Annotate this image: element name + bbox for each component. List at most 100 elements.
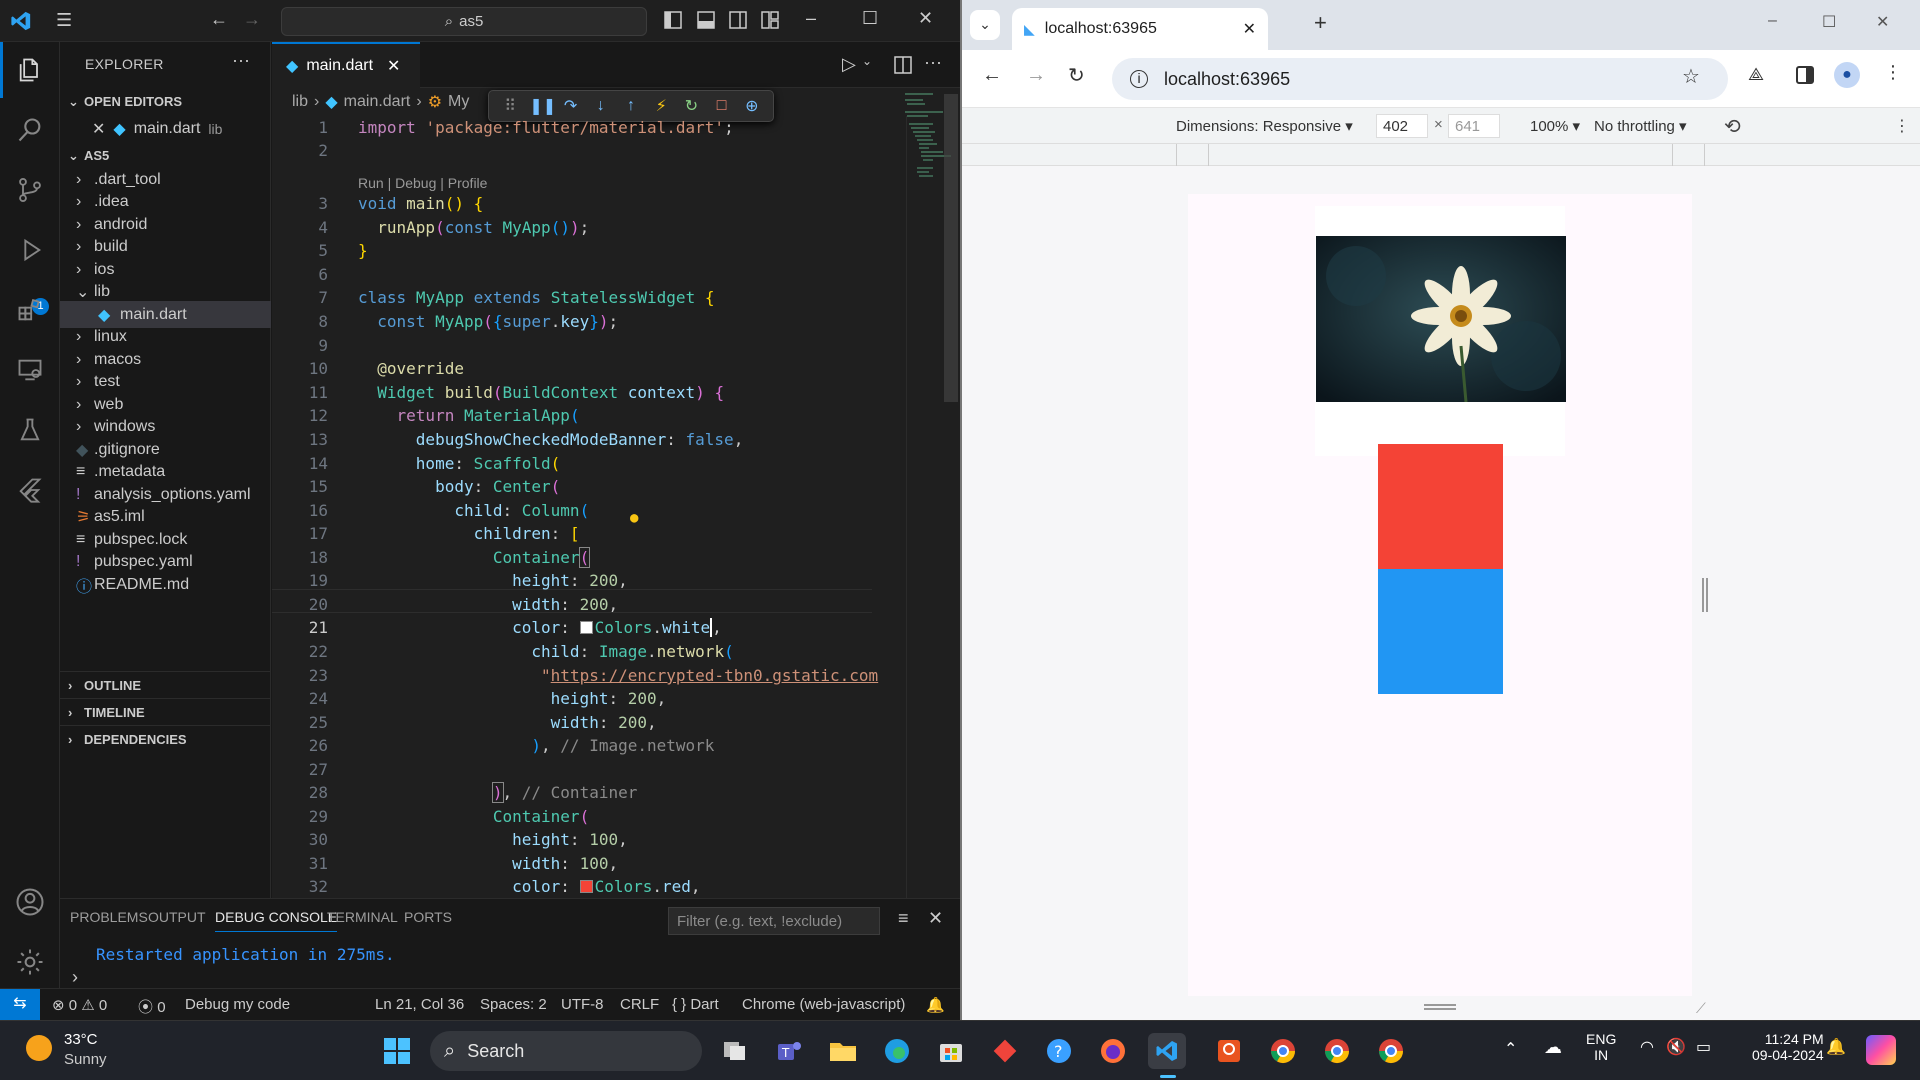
resize-handle-right[interactable] [1702,578,1708,612]
console-filter-input[interactable]: Filter (e.g. text, !exclude) [668,907,880,935]
battery-icon[interactable]: ▭ [1696,1037,1711,1057]
file-explorer-icon[interactable] [824,1033,862,1069]
firefox-icon[interactable] [1094,1033,1132,1069]
toggle-panel-icon[interactable] [697,11,715,29]
vscode-taskbar-icon[interactable] [1148,1033,1186,1069]
task-view-icon[interactable] [716,1033,754,1069]
encoding-status[interactable]: UTF-8 [561,996,604,1013]
address-bar[interactable]: i localhost:63965 [1112,58,1728,100]
forward-arrow-icon[interactable]: → [1026,64,1046,87]
minimize-icon[interactable]: – [1768,12,1777,30]
notification-bell-icon[interactable]: 🔔 [1826,1037,1846,1057]
teams-icon[interactable]: T [770,1033,808,1069]
throttling-select[interactable]: No throttling ▾ [1594,117,1687,135]
project-section[interactable]: ⌄ AS5 [60,142,271,169]
settings-gear-icon[interactable] [0,934,60,990]
onedrive-cloud-icon[interactable]: ☁ [1544,1037,1562,1058]
wifi-icon[interactable]: ◠ [1640,1037,1654,1057]
run-icon[interactable]: ▷ [842,54,856,75]
code-editor[interactable]: import 'package:flutter/material.dart'; … [272,116,960,898]
weather-temperature[interactable]: 33°C [64,1031,98,1048]
inspect-widget-icon[interactable]: ⊕ [741,96,763,116]
language-mode[interactable]: { } Dart [672,996,719,1013]
accounts-icon[interactable] [0,874,60,930]
image-url-link[interactable]: https://encrypted-tbn0.gstatic.com [551,666,879,685]
hot-reload-icon[interactable]: ⚡ [650,96,672,116]
step-out-icon[interactable]: ↑ [620,97,642,115]
clock[interactable]: 11:24 PM 09-04-2024 [1752,1031,1824,1063]
ubuntu-icon[interactable] [1210,1033,1248,1069]
open-editor-item[interactable]: ✕ ◆ main.dart lib [60,115,271,142]
chevron-down-icon[interactable]: ⌄ [862,54,872,68]
step-over-icon[interactable]: ↷ [560,96,582,116]
source-control-icon[interactable] [0,162,60,218]
problems-status[interactable]: ⊗ 0 ⚠ 0 [52,996,107,1014]
timeline-section[interactable]: › TIMELINE [60,698,271,725]
browser-tab[interactable]: ◣ localhost:63965 ✕ [1012,8,1268,50]
resize-handle-bottom[interactable] [1424,1004,1456,1010]
weather-sun-icon[interactable] [26,1035,52,1061]
remote-indicator-icon[interactable]: ⇆ [0,989,40,1020]
editor-scrollbar[interactable] [944,94,958,402]
eol-status[interactable]: CRLF [620,996,659,1013]
customize-layout-icon[interactable] [761,11,779,29]
width-input[interactable]: 402 [1376,114,1428,138]
language-indicator[interactable]: ENG IN [1586,1031,1616,1063]
stop-icon[interactable]: □ [711,97,733,115]
toggle-primary-sidebar-icon[interactable] [664,11,682,29]
resize-corner-icon[interactable]: ⟋ [1696,1000,1706,1017]
extensions-icon[interactable] [0,282,60,338]
pause-icon[interactable]: ❚❚ [529,96,556,116]
cursor-position[interactable]: Ln 21, Col 36 [375,996,464,1013]
hot-restart-icon[interactable]: ↻ [680,96,702,116]
bookmark-star-icon[interactable]: ☆ [1682,64,1700,89]
tab-terminal[interactable]: TERMINAL [327,909,398,925]
ports-status[interactable]: ⦿ 0 [138,996,166,1017]
close-tab-icon[interactable]: ✕ [387,56,400,76]
back-arrow-icon[interactable]: ← [982,64,1002,87]
site-info-icon[interactable]: i [1130,70,1148,88]
breadcrumb-folder[interactable]: lib [292,93,308,111]
toggle-secondary-sidebar-icon[interactable] [729,11,747,29]
edge-icon[interactable] [878,1033,916,1069]
device-options-icon[interactable]: ⋮ [1894,116,1910,136]
minimize-icon[interactable]: – [806,8,816,29]
tab-search-icon[interactable]: ⌄ [970,10,1000,40]
extension-icon[interactable]: ⟁ [1748,64,1764,85]
chrome-icon-1[interactable] [1264,1033,1302,1069]
explorer-icon[interactable] [0,42,60,98]
start-windows-icon[interactable] [378,1033,416,1069]
device-status[interactable]: Chrome (web-javascript) [742,996,905,1013]
split-editor-icon[interactable] [894,56,912,74]
taskbar-search[interactable]: ⌕ Search [430,1031,702,1071]
codelens-run-debug[interactable]: Run | Debug | Profile [358,175,487,191]
tab-output[interactable]: OUTPUT [148,909,206,925]
show-hidden-icons-chevron-icon[interactable]: ⌃ [1504,1039,1517,1059]
menu-icon[interactable]: ☰ [56,10,72,31]
reload-icon[interactable]: ↻ [1068,63,1085,88]
volume-muted-icon[interactable]: 🔇 [1666,1037,1686,1057]
back-arrow-icon[interactable]: ← [210,9,228,30]
rotate-icon[interactable]: ⟲ [1724,114,1741,139]
testing-icon[interactable] [0,402,60,458]
chrome-icon-3[interactable] [1372,1033,1410,1069]
color-swatch-red[interactable] [579,880,593,893]
open-editors-section[interactable]: ⌄ OPEN EDITORS [60,88,271,115]
copilot-icon[interactable] [1866,1035,1896,1065]
close-window-icon[interactable]: ✕ [1876,12,1889,32]
maximize-icon[interactable]: ☐ [862,8,878,29]
tab-debug-console[interactable]: DEBUG CONSOLE [215,909,338,932]
vscode-logo-icon[interactable] [10,10,32,32]
notifications-bell-icon[interactable]: 🔔 [926,996,945,1014]
step-into-icon[interactable]: ↓ [590,97,612,115]
tab-ports[interactable]: PORTS [404,909,452,925]
weather-condition[interactable]: Sunny [64,1051,107,1068]
flutter-icon[interactable] [0,462,60,518]
run-and-debug-icon[interactable] [0,222,60,278]
profile-avatar[interactable]: ● [1834,62,1860,88]
tab-main-dart[interactable]: ◆ main.dart ✕ [272,42,420,88]
more-actions-icon[interactable]: ··· [924,52,942,73]
close-panel-icon[interactable]: ✕ [928,908,943,929]
height-input[interactable]: 641 [1448,114,1500,138]
close-icon[interactable]: ✕ [92,119,105,139]
